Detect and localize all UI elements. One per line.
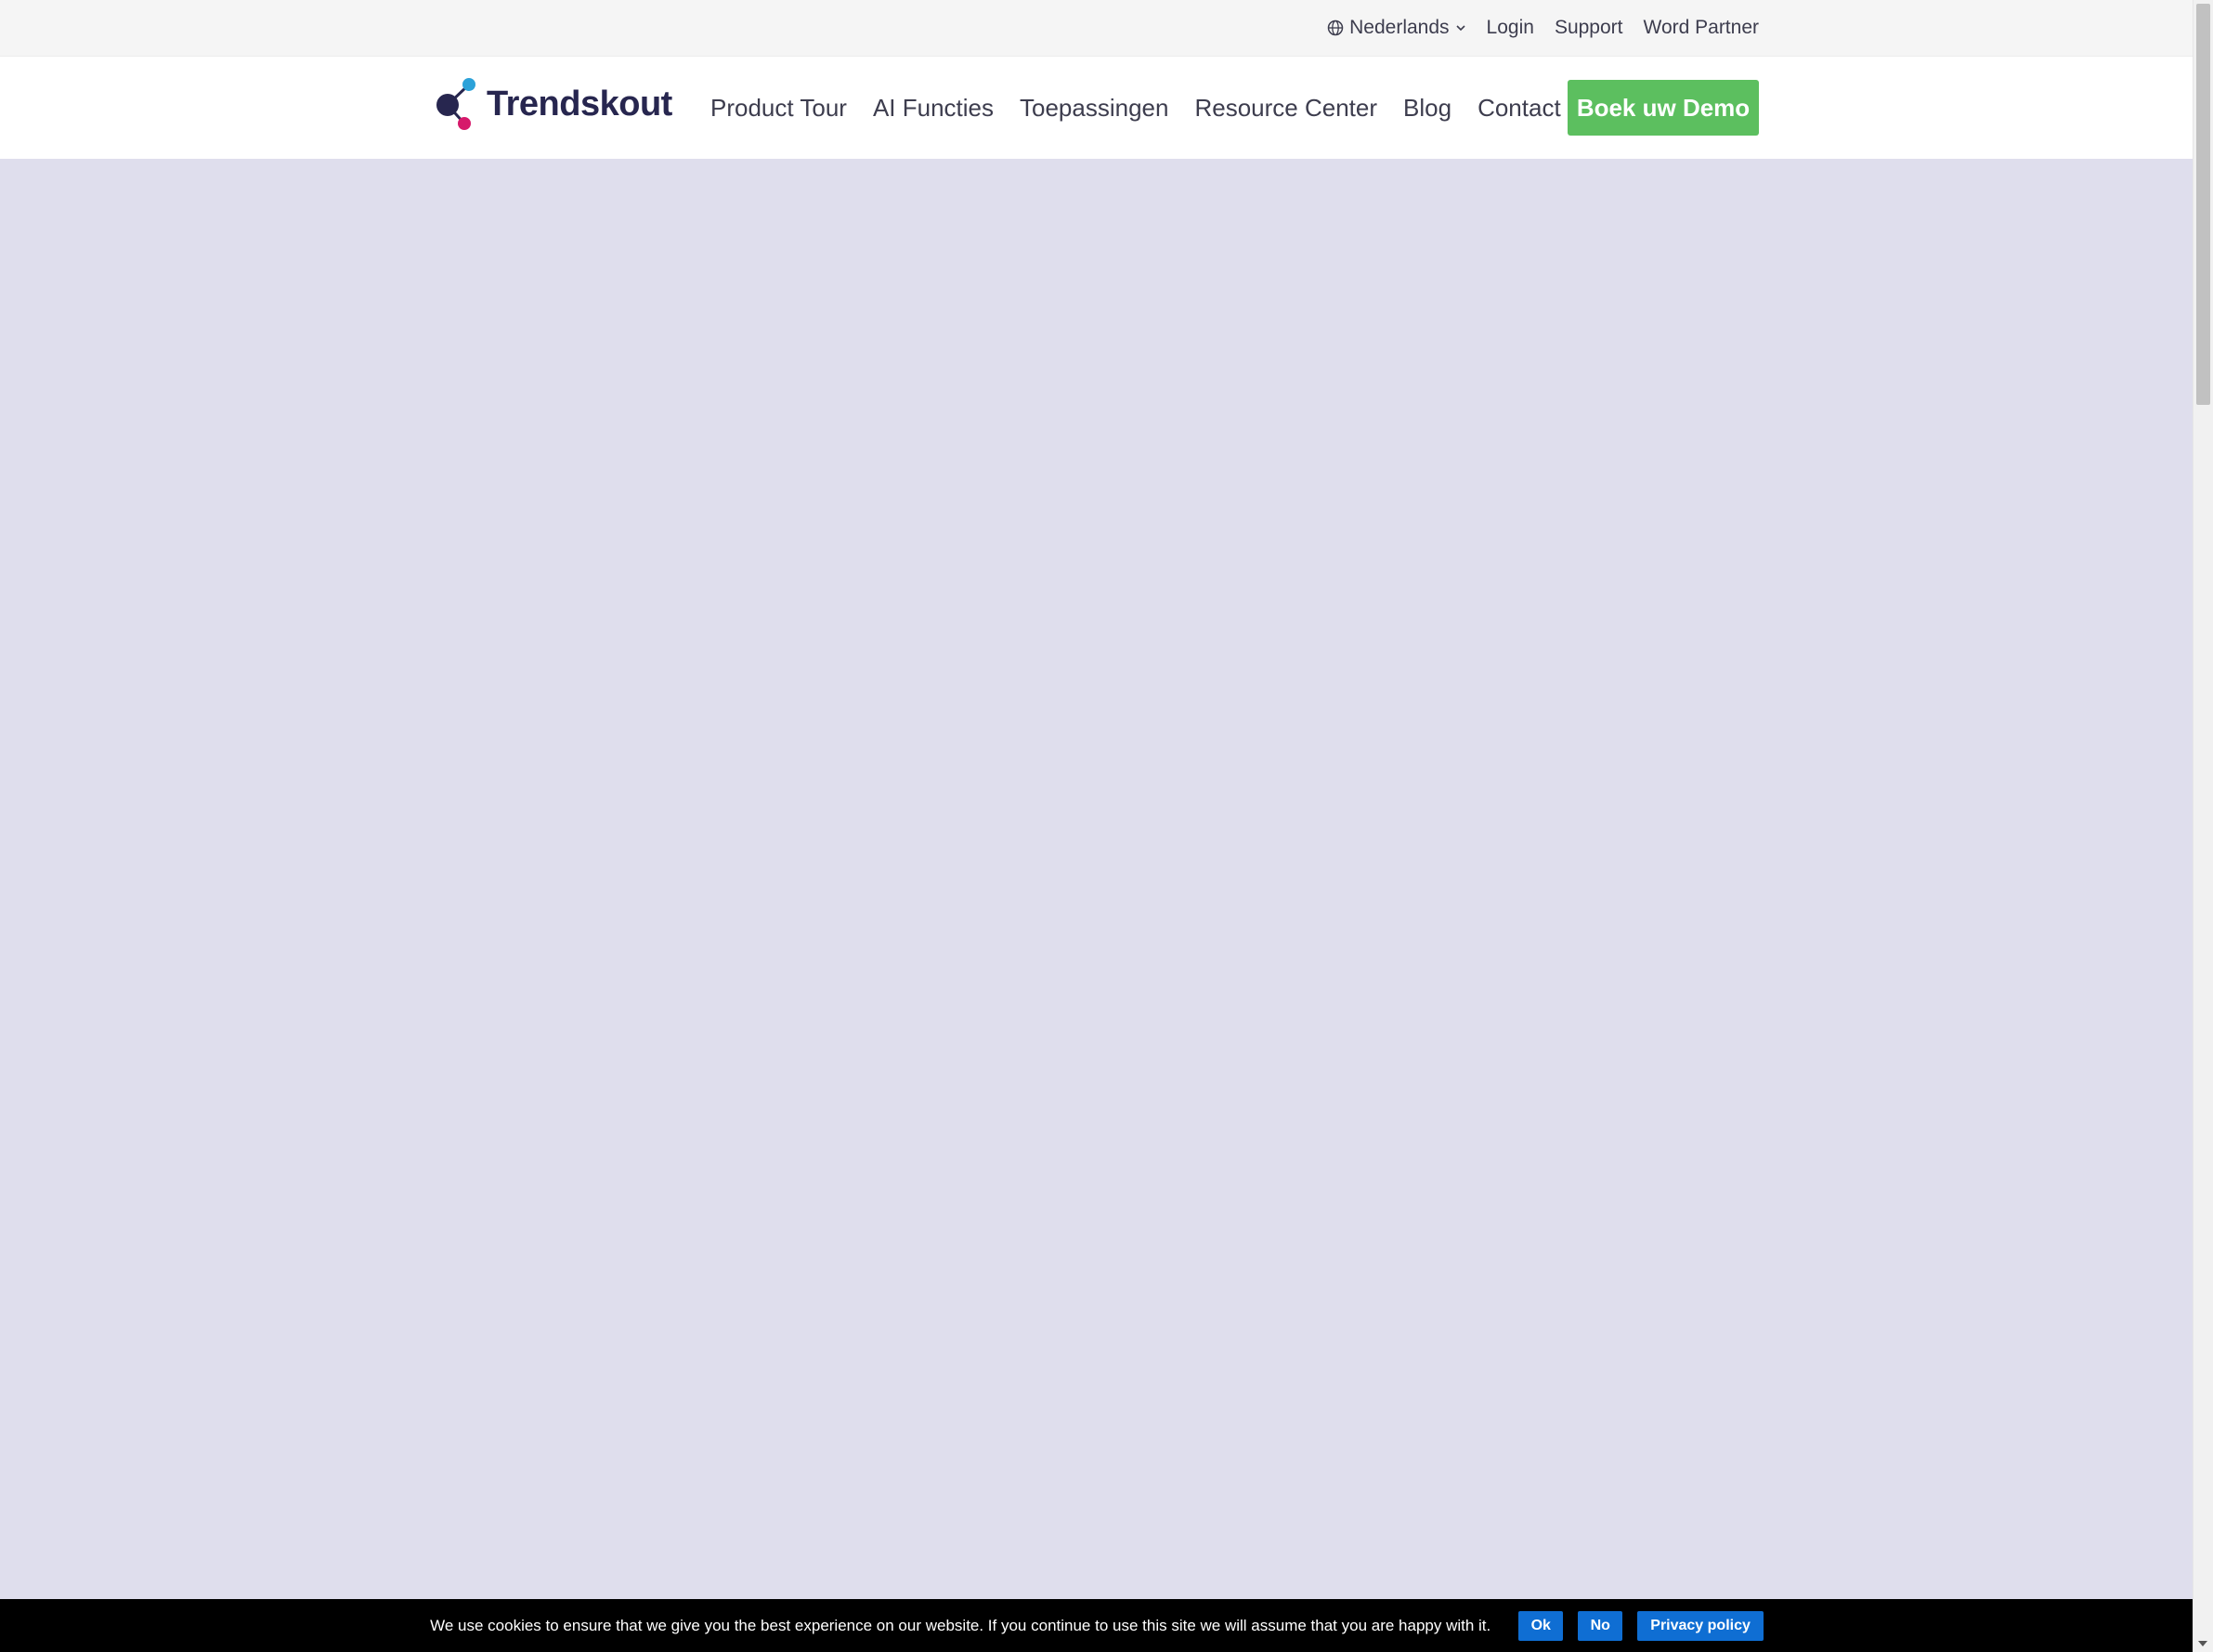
logo-text: Trendskout [487,84,672,124]
language-label: Nederlands [1349,17,1450,38]
become-partner-link[interactable]: Word Partner [1644,17,1760,39]
nav-resource-center[interactable]: Resource Center [1194,94,1377,123]
main-header: Trendskout Product Tour AI Functies Toep… [0,57,2193,159]
logo-mark-icon [435,77,479,131]
logo[interactable]: Trendskout [435,77,672,131]
top-utility-links: Nederlands Login Support Word Partner [1327,0,1759,56]
top-utility-bar: Nederlands Login Support Word Partner [0,0,2193,57]
nav-contact[interactable]: Contact [1478,94,1561,123]
privacy-policy-button[interactable]: Privacy policy [1637,1610,1764,1641]
login-link[interactable]: Login [1487,17,1534,39]
book-demo-button[interactable]: Boek uw Demo [1568,80,1759,136]
main-nav: Product Tour AI Functies Toepassingen Re… [710,57,1561,159]
support-link[interactable]: Support [1555,17,1623,39]
chevron-down-icon [1455,22,1466,33]
scrollbar-thumb[interactable] [2196,4,2210,405]
cookie-ok-button[interactable]: Ok [1518,1610,1564,1641]
scroll-down-arrow-icon[interactable] [2198,1641,2207,1646]
hero-section [0,159,2193,1599]
nav-product-tour[interactable]: Product Tour [710,94,847,123]
vertical-scrollbar[interactable] [2193,0,2213,1652]
cookie-message: We use cookies to ensure that we give yo… [430,1616,1491,1634]
language-selector[interactable]: Nederlands [1327,17,1465,39]
nav-blog[interactable]: Blog [1403,94,1451,123]
nav-applications[interactable]: Toepassingen [1020,94,1168,123]
nav-ai-functions[interactable]: AI Functies [873,94,994,123]
page: Nederlands Login Support Word Partner Tr… [0,0,2213,1652]
cookie-no-button[interactable]: No [1578,1610,1623,1641]
globe-icon [1327,20,1344,36]
cookie-consent-bar: We use cookies to ensure that we give yo… [0,1599,2193,1652]
